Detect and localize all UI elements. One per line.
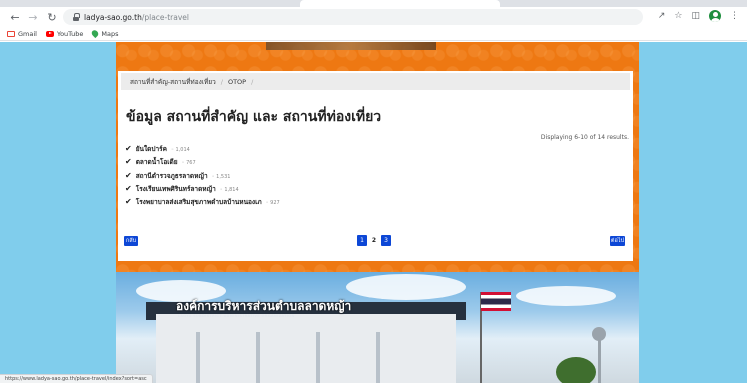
bookmark-gmail[interactable]: Gmail <box>7 30 37 38</box>
share-icon[interactable]: ↗ <box>658 11 666 21</box>
view-count-value: 927 <box>270 200 280 207</box>
checkmark-icon: ✔ <box>125 157 132 167</box>
list-item: ✔ ตลาดน้ำโอเดีย ◦ 767 <box>125 157 280 170</box>
place-link[interactable]: โรงพยาบาลส่งเสริมสุขภาพตำบลบ้านหนองเภ <box>136 197 262 207</box>
view-count-value: 1,014 <box>175 147 190 153</box>
active-tab[interactable] <box>300 0 500 7</box>
place-list: ✔ ยันใดปาร์ค ◦ 1,014 ✔ ตลาดน้ำโอเดีย ◦ 7… <box>125 144 280 210</box>
youtube-icon <box>45 30 54 37</box>
bookmark-label: Maps <box>101 29 119 38</box>
view-count: ◦ 927 <box>266 200 280 206</box>
list-item: ✔ ยันใดปาร์ค ◦ 1,014 <box>125 144 280 157</box>
pillar <box>376 332 380 383</box>
view-count: ◦ 767 <box>182 160 196 166</box>
checkmark-icon: ✔ <box>125 144 132 153</box>
results-summary: Displaying 6-10 of 14 results. <box>540 134 629 141</box>
next-button[interactable]: ต่อไป <box>610 236 625 246</box>
browser-toolbar: ← → ↻ ladya-sao.go.th/place-travel ↗ ☆ ◫… <box>0 7 747 27</box>
eye-icon: ◦ <box>211 173 215 180</box>
eye-icon: ◦ <box>265 200 269 207</box>
reload-icon[interactable]: ↻ <box>45 10 59 24</box>
tab-bar <box>0 0 747 7</box>
lock-icon[interactable] <box>73 13 80 21</box>
breadcrumb-separator: / <box>251 77 254 86</box>
bookmark-label: Gmail <box>18 29 37 38</box>
water-tower <box>592 327 606 341</box>
side-panel-icon[interactable]: ◫ <box>691 11 700 21</box>
checkmark-icon: ✔ <box>125 197 132 207</box>
page-title: ข้อมูล สถานที่สำคัญ และ สถานที่ท่องเที่ย… <box>126 109 382 125</box>
place-link[interactable]: ยันใดปาร์ค <box>136 144 167 154</box>
toolbar-actions: ↗ ☆ ◫ ⋮ <box>658 10 739 22</box>
page-link-1[interactable]: 1 <box>357 235 367 246</box>
building-sign-subtitle: LADYA SUBDISTRICT ADMINISTRATIVE ORGANIZ… <box>178 314 295 318</box>
view-count: ◦ 1,814 <box>220 187 239 193</box>
building-facade <box>156 314 456 383</box>
list-item: ✔ สถานีตำรวจภูธรลาดหญ้า ◦ 1,531 <box>125 171 280 184</box>
list-item: ✔ โรงเรียนเทพศิรินทร์ลาดหญ้า ◦ 1,814 <box>125 184 280 197</box>
prev-button[interactable]: กลับ <box>124 236 138 246</box>
breadcrumb-link-places[interactable]: สถานที่สำคัญ-สถานที่ท่องเที่ยว <box>130 77 216 87</box>
back-arrow-icon[interactable]: ← <box>8 10 22 24</box>
gmail-icon <box>7 30 15 37</box>
view-count: ◦ 1,014 <box>171 147 190 153</box>
page-background: สถานที่สำคัญ-สถานที่ท่องเที่ยว / OTOP / … <box>0 42 747 383</box>
hero-image-strip <box>266 42 436 50</box>
maps-pin-icon <box>90 28 101 39</box>
bookmark-star-icon[interactable]: ☆ <box>674 11 682 21</box>
building-photo: องค์การบริหารส่วนตำบลลาดหญ้า LADYA SUBDI… <box>116 272 639 383</box>
forward-arrow-icon[interactable]: → <box>26 10 40 24</box>
view-count: ◦ 1,531 <box>212 174 231 180</box>
eye-icon: ◦ <box>219 186 223 193</box>
checkmark-icon: ✔ <box>125 183 132 193</box>
place-link[interactable]: ตลาดน้ำโอเดีย <box>136 157 178 167</box>
content-card: สถานที่สำคัญ-สถานที่ท่องเที่ยว / OTOP / … <box>118 71 633 261</box>
bookmarks-bar: Gmail YouTube Maps <box>0 27 747 41</box>
cloud <box>516 286 616 306</box>
place-link[interactable]: สถานีตำรวจภูธรลาดหญ้า <box>136 171 208 181</box>
place-link[interactable]: โรงเรียนเทพศิรินทร์ลาดหญ้า <box>136 184 216 194</box>
bookmark-maps[interactable]: Maps <box>90 28 119 39</box>
breadcrumb-link-otop[interactable]: OTOP <box>228 78 246 86</box>
more-menu-icon[interactable]: ⋮ <box>730 11 739 21</box>
bookmark-label: YouTube <box>56 29 84 38</box>
view-count-value: 1,814 <box>224 186 239 193</box>
tree <box>556 357 596 383</box>
breadcrumb-separator: / <box>220 77 223 86</box>
pillar <box>196 332 200 383</box>
breadcrumb: สถานที่สำคัญ-สถานที่ท่องเที่ยว / OTOP / <box>121 73 630 90</box>
address-bar[interactable]: ladya-sao.go.th/place-travel <box>63 9 643 25</box>
water-tower-leg <box>598 340 601 383</box>
page-current: 2 <box>369 235 379 246</box>
url-host: ladya-sao.go.th <box>84 12 142 22</box>
profile-avatar-icon[interactable] <box>709 10 721 22</box>
bookmark-youtube[interactable]: YouTube <box>45 29 84 38</box>
view-count-value: 767 <box>186 160 196 167</box>
status-bar-url: https://www.ladya-sao.go.th/place-travel… <box>0 374 153 383</box>
checkmark-icon: ✔ <box>125 170 132 180</box>
eye-icon: ◦ <box>170 147 174 153</box>
pillar <box>256 332 260 383</box>
page-link-3[interactable]: 3 <box>381 235 391 246</box>
pagination: 1 2 3 <box>357 235 391 246</box>
eye-icon: ◦ <box>181 160 185 167</box>
thai-flag-icon <box>481 292 511 311</box>
list-item: ✔ โรงพยาบาลส่งเสริมสุขภาพตำบลบ้านหนองเภ … <box>125 197 280 210</box>
view-count-value: 1,531 <box>216 173 231 180</box>
cloud <box>346 274 466 300</box>
url-path: /place-travel <box>141 12 189 22</box>
pillar <box>316 332 320 383</box>
